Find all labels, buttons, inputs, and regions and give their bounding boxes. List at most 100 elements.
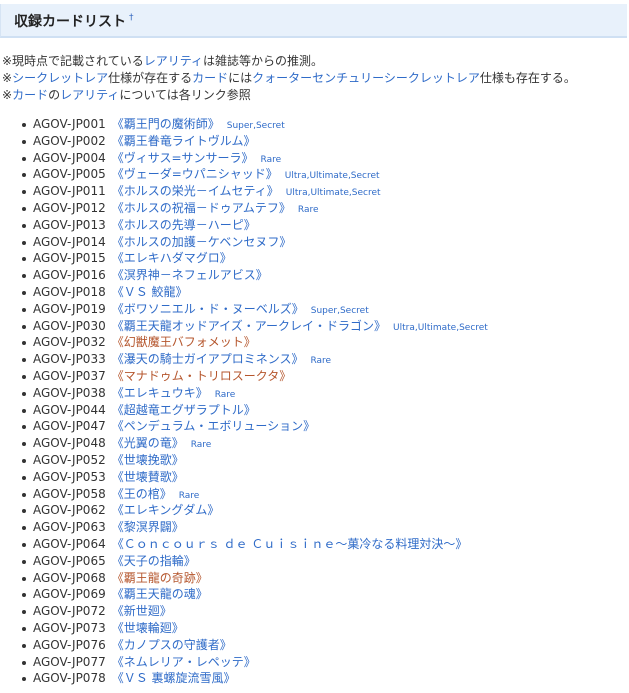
card-name-link[interactable]: 《ヴィサス=サンサーラ》	[112, 151, 254, 165]
card-rarity[interactable]: Super,Secret	[311, 306, 369, 316]
card-list-item: AGOV-JP044 《超越竜エグザラプトル》	[22, 402, 488, 419]
card-list-item: AGOV-JP002 《覇王眷竜ライトヴルム》	[22, 133, 488, 150]
card-list: AGOV-JP001 《覇王門の魔術師》 Super,Secret AGOV-JP00…	[22, 116, 488, 687]
card-rarity[interactable]: Rare	[261, 155, 282, 165]
section-header: 収録カードリスト †	[0, 4, 627, 38]
card-list-item: AGOV-JP048 《光翼の竜》 Rare	[22, 435, 488, 452]
card-name-link[interactable]: 《黎溟界闢》	[112, 520, 184, 534]
note-link[interactable]: シークレットレア	[12, 71, 108, 85]
card-name-link[interactable]: 《光翼の竜》	[112, 436, 184, 450]
card-name-link[interactable]: 《エレキングダム》	[112, 503, 220, 517]
card-rarity[interactable]: Rare	[191, 440, 212, 450]
card-name-link[interactable]: 《世壊挽歌》	[112, 453, 184, 467]
note-text: の	[48, 88, 61, 102]
card-code: AGOV-JP068	[33, 570, 106, 585]
card-code: AGOV-JP076	[33, 637, 106, 652]
card-list-item: AGOV-JP014 《ホルスの加護－ケベンセヌフ》	[22, 234, 488, 251]
card-name-link[interactable]: 《覇王眷竜ライトヴルム》	[112, 134, 256, 148]
card-rarity[interactable]: Rare	[179, 491, 200, 501]
card-list-item: AGOV-JP076 《カノプスの守護者》	[22, 637, 488, 654]
card-name-link[interactable]: 《覇王門の魔術師》	[112, 117, 220, 131]
card-name-link[interactable]: 《ホルスの祝福－ドゥアムテフ》	[112, 201, 291, 215]
card-name-link[interactable]: 《幻獣魔王バフォメット》	[112, 335, 256, 349]
card-code: AGOV-JP052	[33, 452, 106, 467]
note-link[interactable]: カード	[12, 88, 48, 102]
card-code: AGOV-JP014	[33, 234, 106, 249]
note-text: ※現時点で記載されている	[2, 54, 144, 68]
card-code: AGOV-JP078	[33, 671, 106, 686]
card-list-item: AGOV-JP072 《新世廻》	[22, 603, 488, 620]
note-text: については各リンク参照	[119, 88, 251, 102]
card-code: AGOV-JP019	[33, 301, 106, 316]
card-list-item: AGOV-JP053 《世壊賛歌》	[22, 469, 488, 486]
card-list-item: AGOV-JP038 《エレキュウキ》 Rare	[22, 385, 488, 402]
card-name-link[interactable]: 《天子の指輪》	[112, 554, 196, 568]
card-name-link[interactable]: 《覇王龍の奇跡》	[112, 571, 208, 585]
card-rarity[interactable]: Ultra,Ultimate,Secret	[285, 171, 380, 181]
card-name-link[interactable]: 《エレキハダマグロ》	[112, 251, 232, 265]
card-list-item: AGOV-JP019 《ボワソニエル・ド・ヌーベルズ》 Super,Secret	[22, 301, 488, 318]
card-list-item: AGOV-JP018 《ＶＳ 鮫龍》	[22, 284, 488, 301]
card-code: AGOV-JP073	[33, 620, 106, 635]
card-name-link[interactable]: 《マナドゥム・トリロスークタ》	[112, 369, 292, 383]
card-code: AGOV-JP062	[33, 503, 106, 518]
card-list-item: AGOV-JP069 《覇王天龍の魂》	[22, 586, 488, 603]
card-name-link[interactable]: 《溟界神－ネフェルアビス》	[112, 268, 268, 282]
card-name-link[interactable]: 《ボワソニエル・ド・ヌーベルズ》	[112, 302, 304, 316]
card-name-link[interactable]: 《ペンデュラム・エボリューション》	[112, 419, 315, 433]
card-list-item: AGOV-JP001 《覇王門の魔術師》 Super,Secret	[22, 116, 488, 133]
card-rarity[interactable]: Rare	[215, 390, 236, 400]
card-rarity[interactable]: Ultra,Ultimate,Secret	[393, 323, 488, 333]
card-name-link[interactable]: 《王の棺》	[112, 487, 172, 501]
card-code: AGOV-JP058	[33, 486, 106, 501]
note-line: ※カードのレアリティについては各リンク参照	[2, 87, 627, 104]
card-list-item: AGOV-JP005 《ヴェーダ=ウパニシャッド》 Ultra,Ultimate,S…	[22, 166, 488, 183]
card-name-link[interactable]: 《ネムレリア・レペッテ》	[112, 655, 256, 669]
card-code: AGOV-JP013	[33, 217, 106, 232]
card-code: AGOV-JP030	[33, 318, 106, 333]
card-code: AGOV-JP033	[33, 352, 106, 367]
card-name-link[interactable]: 《超越竜エグザラプトル》	[112, 403, 256, 417]
section-title: 収録カードリスト †	[14, 11, 134, 31]
card-list-item: AGOV-JP030 《覇王天龍オッドアイズ・アークレイ・ドラゴン》 Ultra,U…	[22, 318, 488, 335]
note-link[interactable]: カード	[192, 71, 228, 85]
card-name-link[interactable]: 《ＶＳ 鮫龍》	[112, 285, 188, 299]
card-list-item: AGOV-JP065 《天子の指輪》	[22, 553, 488, 570]
card-list-item: AGOV-JP011 《ホルスの栄光－イムセティ》 Ultra,Ultimate,S…	[22, 183, 488, 200]
card-code: AGOV-JP016	[33, 268, 106, 283]
card-list-item: AGOV-JP077 《ネムレリア・レペッテ》	[22, 654, 488, 671]
note-link[interactable]: クォーターセンチュリーシークレットレア	[252, 71, 480, 85]
card-name-link[interactable]: 《エレキュウキ》	[112, 386, 208, 400]
card-name-link[interactable]: 《Ｃｏｎｃｏｕｒｓ ｄｅ Ｃｕｉｓｉｎｅ～菓冷なる料理対決～》	[112, 537, 468, 551]
card-rarity[interactable]: Rare	[298, 205, 319, 215]
card-name-link[interactable]: 《瀑天の騎士ガイアプロミネンス》	[112, 352, 304, 366]
card-name-link[interactable]: 《覇王天龍オッドアイズ・アークレイ・ドラゴン》	[112, 319, 386, 333]
card-name-link[interactable]: 《ホルスの栄光－イムセティ》	[112, 184, 279, 198]
card-name-link[interactable]: 《覇王天龍の魂》	[112, 587, 208, 601]
card-code: AGOV-JP053	[33, 469, 106, 484]
card-code: AGOV-JP047	[33, 419, 106, 434]
card-rarity[interactable]: Super,Secret	[227, 121, 285, 131]
card-list-item: AGOV-JP037 《マナドゥム・トリロスークタ》	[22, 368, 488, 385]
note-text: には	[228, 71, 253, 85]
card-name-link[interactable]: 《世壊賛歌》	[112, 470, 184, 484]
card-name-link[interactable]: 《ＶＳ 裏螺旋流雪風》	[112, 671, 236, 685]
card-code: AGOV-JP064	[33, 536, 106, 551]
card-name-link[interactable]: 《ヴェーダ=ウパニシャッド》	[112, 167, 278, 181]
notes: ※現時点で記載されているレアリティは雑誌等からの推測。 ※シークレットレア仕様が…	[2, 53, 627, 104]
card-name-link[interactable]: 《世壊輪廻》	[112, 621, 184, 635]
card-name-link[interactable]: 《新世廻》	[112, 604, 172, 618]
card-code: AGOV-JP063	[33, 520, 106, 535]
anchor-link[interactable]: †	[129, 13, 134, 23]
card-name-link[interactable]: 《カノプスの守護者》	[112, 638, 232, 652]
card-rarity[interactable]: Ultra,Ultimate,Secret	[286, 188, 381, 198]
card-name-link[interactable]: 《ホルスの加護－ケベンセヌフ》	[112, 235, 292, 249]
card-rarity[interactable]: Rare	[310, 356, 331, 366]
card-code: AGOV-JP065	[33, 553, 106, 568]
card-list-item: AGOV-JP015 《エレキハダマグロ》	[22, 250, 488, 267]
card-name-link[interactable]: 《ホルスの先導－ハーピ》	[112, 218, 256, 232]
card-code: AGOV-JP048	[33, 436, 106, 451]
note-link[interactable]: レアリティ	[60, 88, 119, 102]
note-link[interactable]: レアリティ	[144, 54, 203, 68]
card-code: AGOV-JP004	[33, 150, 106, 165]
